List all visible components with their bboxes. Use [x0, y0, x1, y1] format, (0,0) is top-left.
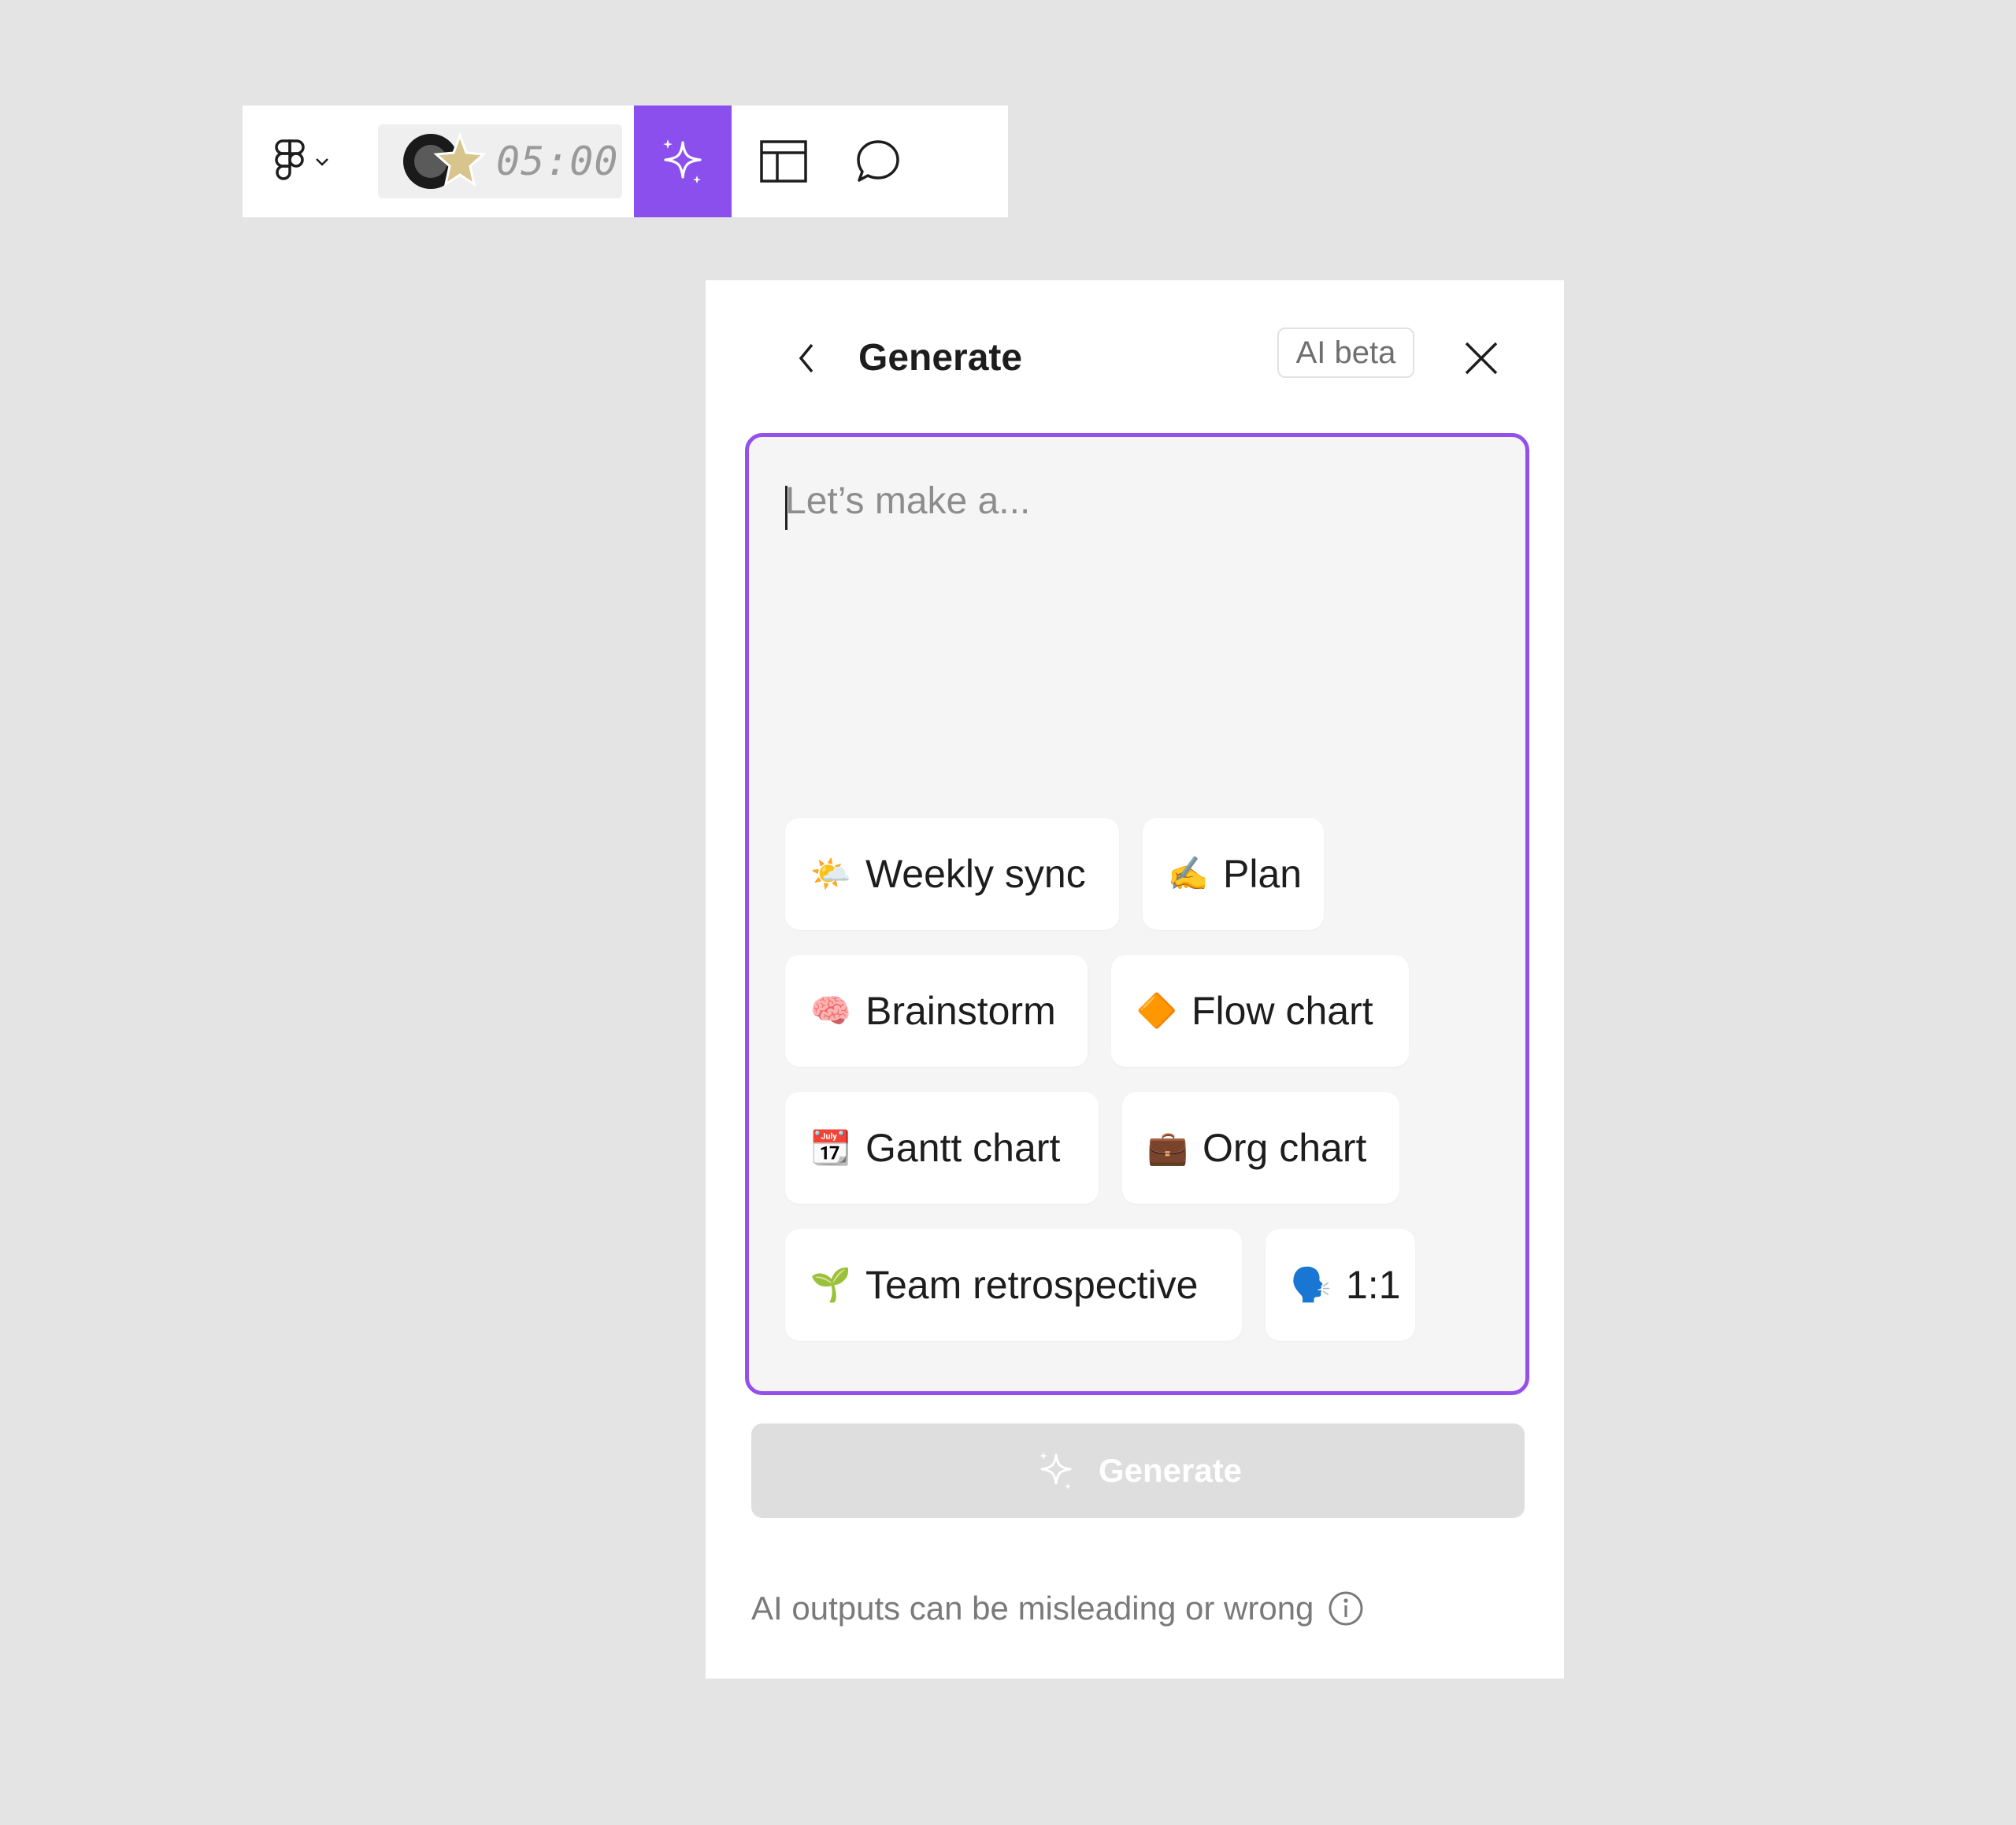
calendar-icon: 📆	[810, 1128, 852, 1166]
comment-tool-button[interactable]	[850, 134, 906, 189]
generate-button-label: Generate	[1098, 1452, 1243, 1489]
suggestion-label: Weekly sync	[865, 852, 1086, 896]
back-button[interactable]	[783, 331, 830, 386]
seedling-icon: 🌱	[810, 1265, 852, 1303]
suggestion-label: Plan	[1223, 852, 1303, 896]
suggestion-label: Brainstorm	[865, 989, 1056, 1033]
close-button[interactable]	[1454, 331, 1509, 386]
layout-template-icon	[760, 140, 807, 183]
timer-widget[interactable]: 05:00	[378, 124, 622, 198]
writing-hand-icon: ✍️	[1167, 854, 1210, 892]
figma-logo-icon	[275, 139, 305, 180]
star-icon	[433, 132, 487, 187]
main-menu-button[interactable]	[274, 106, 361, 217]
ai-disclaimer: AI outputs can be misleading or wrong	[751, 1581, 1364, 1636]
suggestion-label: 1:1	[1346, 1263, 1401, 1307]
prompt-input[interactable]	[785, 476, 1478, 602]
close-icon	[1465, 342, 1498, 375]
generate-button[interactable]: Generate	[751, 1423, 1525, 1518]
suggestion-plan[interactable]: ✍️ Plan	[1143, 818, 1324, 930]
layout-tool-button[interactable]	[756, 134, 811, 189]
suggestion-weekly-sync[interactable]: 🌤️ Weekly sync	[785, 818, 1119, 930]
text-caret	[785, 486, 788, 530]
ai-tool-button[interactable]	[634, 106, 732, 217]
sparkle-icon	[1039, 1452, 1072, 1490]
timer-display: 05:00	[496, 139, 619, 184]
suggestion-gantt-chart[interactable]: 📆 Gantt chart	[785, 1092, 1099, 1204]
brain-icon: 🧠	[810, 991, 852, 1029]
sun-cloud-icon: 🌤️	[810, 854, 852, 892]
chevron-down-icon	[316, 158, 328, 166]
chevron-left-icon	[799, 343, 813, 373]
suggestion-label: Team retrospective	[865, 1263, 1199, 1307]
briefcase-icon: 💼	[1147, 1128, 1189, 1166]
prompt-box: 🌤️ Weekly sync ✍️ Plan 🧠 Brainstorm 🔶 Fl…	[745, 433, 1529, 1395]
suggestion-label: Gantt chart	[865, 1126, 1061, 1170]
sparkle-icon	[663, 139, 702, 183]
suggestion-team-retrospective[interactable]: 🌱 Team retrospective	[785, 1229, 1242, 1341]
panel-title: Generate	[858, 337, 1023, 379]
top-toolbar: 05:00	[243, 106, 1008, 217]
ai-beta-badge: AI beta	[1277, 328, 1414, 378]
info-icon[interactable]	[1328, 1590, 1364, 1627]
comment-icon	[857, 140, 899, 182]
suggestion-flow-chart[interactable]: 🔶 Flow chart	[1111, 955, 1409, 1067]
suggestion-label: Flow chart	[1191, 989, 1373, 1033]
suggestion-one-on-one[interactable]: 🗣️ 1:1	[1266, 1229, 1415, 1341]
suggestion-brainstorm[interactable]: 🧠 Brainstorm	[785, 955, 1088, 1067]
generate-panel: Generate AI beta 🌤️ Weekly sync ✍️ Plan …	[706, 280, 1564, 1679]
suggestion-org-chart[interactable]: 💼 Org chart	[1122, 1092, 1399, 1204]
disclaimer-text: AI outputs can be misleading or wrong	[751, 1590, 1314, 1627]
speaking-head-icon: 🗣️	[1290, 1265, 1332, 1303]
suggestion-label: Org chart	[1203, 1126, 1367, 1170]
orange-diamond-icon: 🔶	[1136, 991, 1178, 1029]
